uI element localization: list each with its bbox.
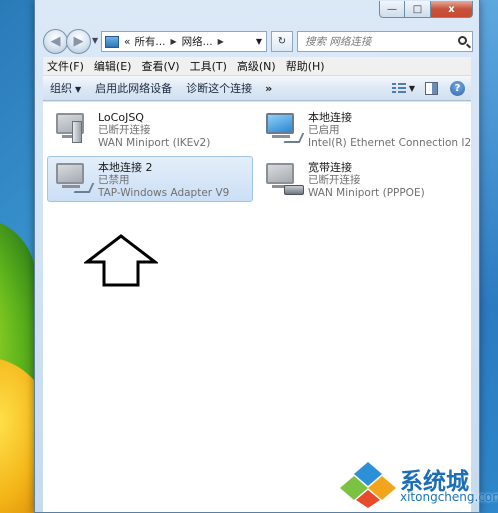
close-button[interactable]: x (431, 1, 473, 18)
caption-buttons: — □ x (379, 1, 473, 18)
breadcrumb-chevron-icon[interactable]: ▶ (170, 37, 176, 46)
view-options-dropdown[interactable]: ▼ (409, 84, 415, 93)
modem-shape (284, 185, 304, 195)
minimize-button[interactable]: — (379, 1, 405, 18)
connection-adapter: TAP-Windows Adapter V9 (98, 187, 230, 199)
monitor-shape (56, 163, 84, 184)
connection-details: 本地连接 已启用 Intel(R) Ethernet Connection I2… (308, 111, 470, 149)
menu-tools[interactable]: 工具(T) (185, 58, 232, 74)
connection-adapter: Intel(R) Ethernet Connection I2... (308, 137, 470, 149)
forward-button[interactable]: ▶ (66, 29, 91, 54)
enable-device-button[interactable]: 启用此网络设备 (88, 80, 179, 96)
watermark: 系统城 xitongcheng.com (340, 456, 498, 513)
search-input[interactable] (305, 35, 455, 48)
desktop-right-edge (478, 0, 498, 513)
refresh-button[interactable]: ↻ (271, 31, 293, 52)
connection-name: 宽带连接 (308, 161, 352, 174)
connection-status: 已启用 (308, 124, 340, 136)
organize-label: 组织 (50, 82, 72, 95)
connection-details: LoCoJSQ 已断开连接 WAN Miniport (IKEv2) (98, 111, 210, 149)
connection-item-locojsq[interactable]: LoCoJSQ 已断开连接 WAN Miniport (IKEv2) (47, 106, 253, 152)
menu-help[interactable]: 帮助(H) (281, 58, 330, 74)
back-arrow-icon: ◀ (50, 34, 61, 49)
connection-item-local-2[interactable]: 本地连接 2 已禁用 TAP-Windows Adapter V9 (47, 156, 253, 202)
breadcrumb-all-items[interactable]: 所有... (134, 34, 165, 49)
connection-details: 本地连接 2 已禁用 TAP-Windows Adapter V9 (98, 161, 229, 199)
network-cable-shape (283, 133, 305, 143)
forward-arrow-icon: ▶ (73, 34, 84, 49)
connection-item-local[interactable]: 本地连接 已启用 Intel(R) Ethernet Connection I2… (257, 106, 471, 152)
up-arrow-annotation-icon (84, 234, 158, 287)
menu-edit[interactable]: 编辑(E) (89, 58, 137, 74)
address-row: ◀ ▶ ▼ « 所有... ▶ 网络... ▶ ▼ ↻ (35, 24, 479, 56)
network-cable-shape (73, 183, 95, 193)
connection-status: 已断开连接 (98, 124, 151, 136)
maximize-button[interactable]: □ (405, 1, 431, 18)
connection-details: 宽带连接 已断开连接 WAN Miniport (PPPOE) (308, 161, 425, 199)
breadcrumb-overflow[interactable]: « (124, 36, 130, 48)
vpn-connection-icon (52, 111, 96, 149)
address-bar[interactable]: « 所有... ▶ 网络... ▶ ▼ (101, 31, 267, 52)
diagnose-connection-button[interactable]: 诊断这个连接 (179, 80, 259, 96)
preview-pane-icon[interactable] (425, 81, 438, 95)
connections-list: LoCoJSQ 已断开连接 WAN Miniport (IKEv2) 本地连接 … (43, 102, 471, 512)
menu-view[interactable]: 查看(V) (136, 58, 184, 74)
server-tower-shape (72, 121, 82, 143)
connection-status: 已禁用 (98, 174, 130, 186)
control-panel-icon (105, 35, 119, 48)
monitor-shape (266, 113, 294, 134)
ethernet-disabled-icon (52, 161, 96, 199)
search-box[interactable] (297, 31, 473, 52)
address-dropdown-icon[interactable]: ▼ (256, 37, 262, 46)
broadband-connection-icon (262, 161, 306, 199)
organize-button[interactable]: 组织 ▼ (43, 80, 88, 96)
menu-bar: 文件(F) 编辑(E) 查看(V) 工具(T) 高级(N) 帮助(H) (43, 57, 471, 76)
connection-name: LoCoJSQ (98, 111, 144, 124)
refresh-icon: ↻ (277, 36, 287, 47)
connection-name: 本地连接 2 (98, 161, 153, 174)
help-icon[interactable]: ? (450, 80, 465, 96)
chevron-down-icon: ▼ (75, 85, 82, 94)
view-controls: ▼ ? (391, 80, 471, 96)
recent-pages-dropdown[interactable]: ▼ (92, 36, 98, 45)
xitongcheng-logo-icon (340, 462, 396, 508)
title-bar[interactable]: — □ x (35, 0, 479, 22)
connection-item-broadband[interactable]: 宽带连接 已断开连接 WAN Miniport (PPPOE) (257, 156, 471, 202)
connection-adapter: WAN Miniport (IKEv2) (98, 137, 211, 149)
connection-status: 已断开连接 (308, 174, 361, 186)
monitor-shape (266, 163, 294, 184)
watermark-url: xitongcheng.com (400, 490, 498, 504)
menu-advanced[interactable]: 高级(N) (232, 58, 281, 74)
breadcrumb-chevron-icon[interactable]: ▶ (218, 37, 224, 46)
ethernet-connection-icon (262, 111, 306, 149)
breadcrumb-network[interactable]: 网络... (182, 34, 213, 49)
connection-name: 本地连接 (308, 111, 352, 124)
more-commands-button[interactable]: » (259, 82, 278, 95)
search-icon[interactable] (458, 36, 467, 45)
command-bar: 组织 ▼ 启用此网络设备 诊断这个连接 » ▼ ? (43, 76, 471, 101)
connection-adapter: WAN Miniport (PPPOE) (308, 187, 425, 199)
change-view-icon[interactable] (391, 82, 406, 94)
menu-file[interactable]: 文件(F) (43, 58, 89, 74)
back-button[interactable]: ◀ (43, 29, 68, 54)
